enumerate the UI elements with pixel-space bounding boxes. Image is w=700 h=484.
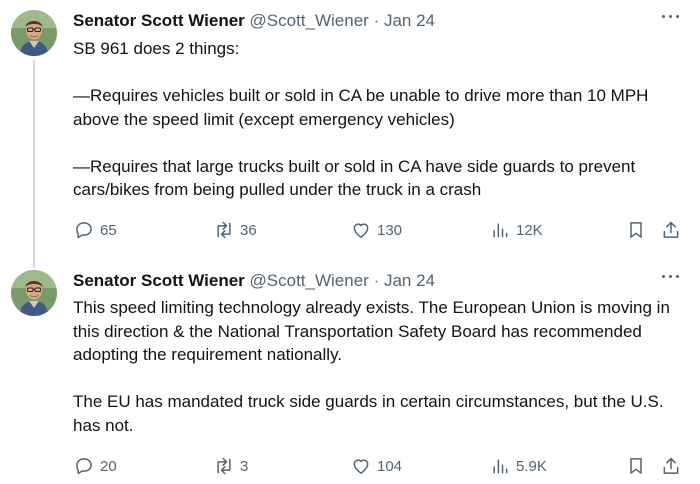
share-button[interactable] (661, 455, 681, 477)
share-icon (663, 457, 679, 474)
like-button[interactable]: 104 (351, 455, 402, 477)
share-icon (663, 221, 679, 238)
author-name[interactable]: Senator Scott Wiener (73, 271, 245, 290)
views-count: 5.9K (516, 457, 547, 475)
repost-button[interactable]: 3 (214, 455, 248, 477)
avatar-image (11, 10, 57, 56)
share-button[interactable] (661, 219, 681, 241)
views-button[interactable]: 5.9K (490, 455, 547, 477)
repost-icon (217, 221, 231, 239)
tweet-text: This speed limiting technology already e… (73, 298, 670, 435)
tweet-header: Senator Scott Wiener @Scott_Wiener · Jan… (73, 270, 680, 292)
tweet-text: SB 961 does 2 things: —Requires vehicles… (73, 39, 649, 199)
tweet-date[interactable]: Jan 24 (384, 11, 435, 30)
views-icon (493, 223, 508, 238)
like-count: 104 (377, 457, 403, 475)
bookmark-button[interactable] (626, 219, 646, 241)
like-count: 130 (377, 221, 403, 239)
tweet-actions: 20 3 104 5.9K (70, 455, 690, 477)
repost-count: 3 (240, 457, 249, 475)
author-handle[interactable]: @Scott_Wiener (250, 11, 369, 30)
repost-count: 36 (240, 221, 257, 239)
tweet-actions: 65 36 130 12K (70, 219, 690, 241)
like-button[interactable]: 130 (351, 219, 402, 241)
repost-button[interactable]: 36 (214, 219, 257, 241)
author-name[interactable]: Senator Scott Wiener (73, 11, 245, 30)
meta-separator: · (373, 271, 380, 290)
views-button[interactable]: 12K (490, 219, 543, 241)
reply-icon (76, 458, 92, 475)
reply-icon (76, 222, 92, 239)
bookmark-icon (630, 458, 642, 474)
more-icon[interactable] (660, 12, 682, 22)
reply-button[interactable]: 65 (74, 219, 117, 241)
author-handle[interactable]: @Scott_Wiener (250, 271, 369, 290)
tweet[interactable]: Senator Scott Wiener @Scott_Wiener · Jan… (0, 258, 700, 484)
avatar[interactable] (11, 270, 57, 316)
heart-icon (353, 223, 369, 238)
tweet-header: Senator Scott Wiener @Scott_Wiener · Jan… (73, 10, 680, 32)
reply-button[interactable]: 20 (74, 455, 117, 477)
avatar[interactable] (11, 10, 57, 56)
bookmark-icon (630, 222, 642, 238)
repost-icon (217, 457, 231, 475)
reply-count: 65 (100, 221, 117, 239)
tweet[interactable]: Senator Scott Wiener @Scott_Wiener · Jan… (0, 0, 700, 268)
bookmark-button[interactable] (626, 455, 646, 477)
tweet-date[interactable]: Jan 24 (384, 271, 435, 290)
avatar-image (11, 270, 57, 316)
reply-count: 20 (100, 457, 117, 475)
thread-connector-line (33, 60, 35, 268)
views-count: 12K (516, 221, 543, 239)
views-icon (493, 459, 508, 474)
meta-separator: · (373, 11, 380, 30)
more-icon[interactable] (660, 272, 682, 282)
heart-icon (353, 459, 369, 474)
